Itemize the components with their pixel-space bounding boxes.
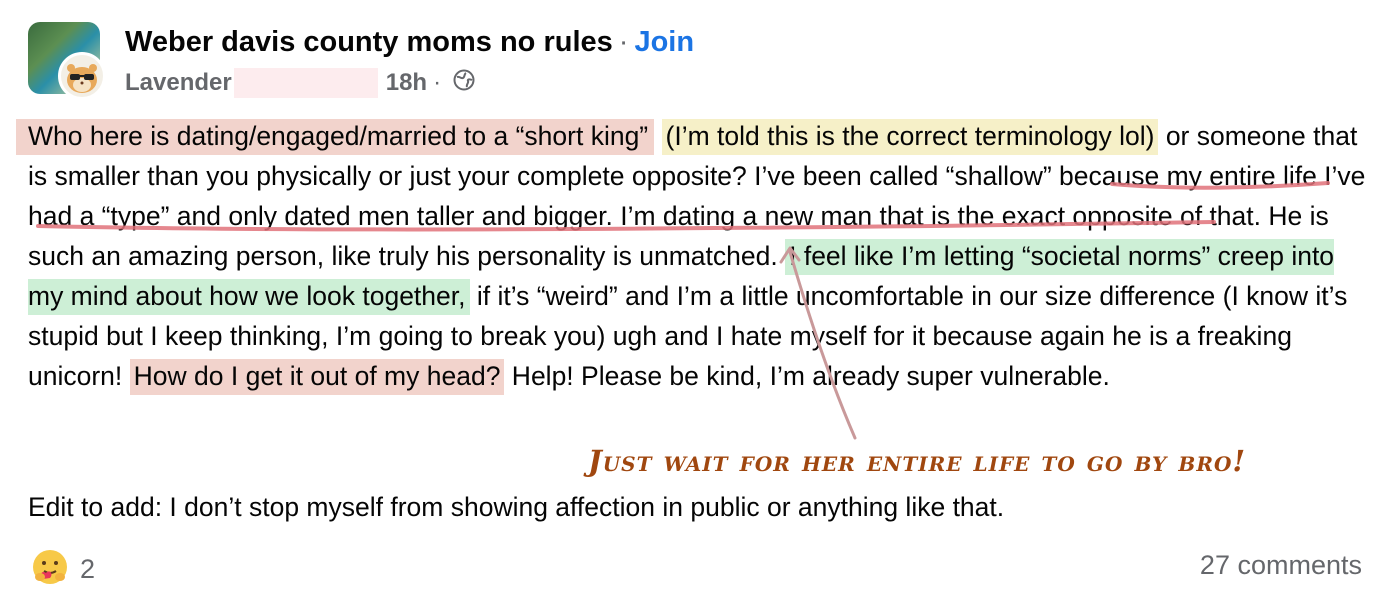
hamster-icon <box>67 64 97 93</box>
post-time[interactable]: 18h <box>386 69 427 97</box>
globe-icon <box>453 69 475 98</box>
avatar-group <box>28 22 112 102</box>
avatar[interactable] <box>58 52 106 100</box>
redaction-box <box>233 68 378 98</box>
highlight-red: How do I get it out of my head? <box>129 359 505 395</box>
separator-dot: · <box>433 69 442 96</box>
author-name[interactable]: Lavender <box>125 69 232 97</box>
group-name[interactable]: Weber davis county moms no rules · Join <box>125 26 694 59</box>
post-body: Who here is dating/engaged/married to a … <box>16 116 1368 396</box>
care-emoji-icon <box>30 547 70 592</box>
comments-count[interactable]: 27 comments <box>1200 550 1362 581</box>
post-text: Who here is dating/engaged/married to a … <box>16 116 1368 396</box>
highlight-red: Who here is dating/engaged/married to a … <box>16 119 655 155</box>
reaction-summary[interactable]: 2 <box>30 547 95 592</box>
edit-note: Edit to add: I don’t stop myself from sh… <box>28 492 1005 522</box>
post-text-segment: Help! Please be kind, I’m already super … <box>504 361 1110 391</box>
reaction-count[interactable]: 2 <box>80 554 95 585</box>
handwritten-annotation: Just wait for her entire life to go by b… <box>588 444 1247 478</box>
group-name-text[interactable]: Weber davis county moms no rules <box>125 26 613 58</box>
highlight-yellow: (I’m told this is the correct terminolog… <box>661 119 1159 155</box>
join-link[interactable]: Join <box>634 26 694 58</box>
post-meta: Lavender 18h · <box>125 68 475 98</box>
separator-dot: · <box>618 26 629 58</box>
